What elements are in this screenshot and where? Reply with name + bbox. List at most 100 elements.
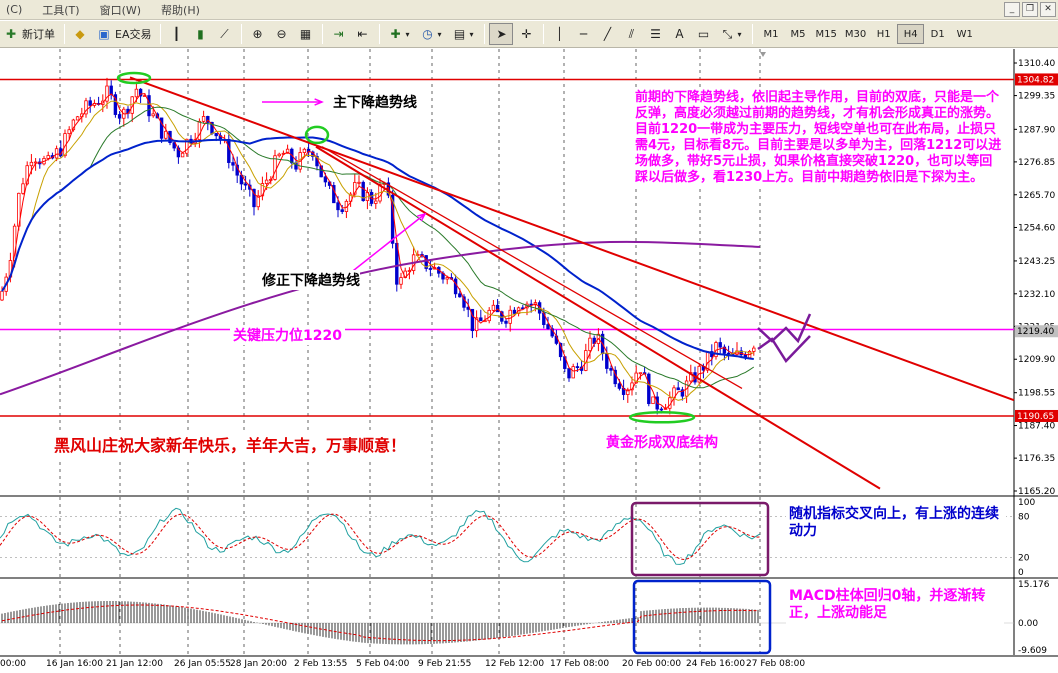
gold-bars-button[interactable]: ◆ (69, 23, 91, 45)
candle-body (508, 309, 512, 324)
price-tick-label: 1287.90 (1018, 125, 1055, 135)
timeframe-m5[interactable]: M5 (784, 24, 811, 44)
candle-body (479, 317, 483, 322)
cursor-icon: ➤ (496, 27, 507, 41)
candle-body (676, 387, 680, 391)
candle-body (609, 368, 613, 371)
candle-body (491, 304, 496, 311)
candle-body (277, 153, 281, 157)
candle-body (453, 278, 458, 295)
cursor-tool-button[interactable]: ➤ (489, 23, 514, 45)
horizontal-line-button[interactable]: ─ (572, 23, 594, 45)
bar-chart-button[interactable]: ┃ (165, 23, 187, 45)
main-trend-label: 主下降趋势线 (333, 92, 417, 112)
price-tick-label: 1198.55 (1018, 389, 1055, 399)
tile-windows-button[interactable]: ▦ (294, 23, 316, 45)
timeframe-m30[interactable]: M30 (841, 24, 870, 44)
menu-tools[interactable]: 工具(T) (36, 2, 93, 18)
candlestick-button[interactable]: ▮ (189, 23, 211, 45)
chevron-down-icon: ▾ (437, 29, 442, 39)
new-order-button[interactable]: ✚ 新订单 (0, 23, 58, 45)
timeframe-m1[interactable]: M1 (757, 24, 784, 44)
time-axis-label: 28 Jan 20:00 (230, 659, 287, 669)
text-tool-button[interactable]: A (668, 23, 690, 45)
candle-body (445, 277, 449, 280)
label-tool-icon: ▭ (697, 27, 710, 41)
timeframe-m15[interactable]: M15 (811, 24, 840, 44)
fibonacci-icon: ☰ (650, 27, 661, 41)
minimize-icon[interactable]: _ (1004, 2, 1020, 17)
candle-body (88, 100, 92, 106)
price-tick-label: 1299.35 (1018, 92, 1055, 102)
fibonacci-button[interactable]: ☰ (644, 23, 666, 45)
restore-icon[interactable]: ❐ (1022, 2, 1038, 17)
trendline-button[interactable]: ╱ (596, 23, 618, 45)
candle-body (428, 268, 433, 270)
timeframe-w1[interactable]: W1 (951, 24, 978, 44)
label-tool-button[interactable]: ▭ (692, 23, 714, 45)
current-price-tag: 1219.40 (1017, 327, 1054, 337)
toolbar-separator (543, 24, 545, 44)
periods-button[interactable]: ◷ ▾ (416, 23, 446, 45)
chevron-down-icon: ▾ (405, 29, 410, 39)
indicators-button[interactable]: ✚ ▾ (384, 23, 414, 45)
candle-body (512, 309, 517, 314)
toolbar-separator (379, 24, 381, 44)
time-axis-label: 20 Feb 00:00 (622, 659, 681, 669)
time-axis-label: 24 Feb 16:00 (686, 659, 745, 669)
candle-body (718, 342, 722, 348)
price-tick-label: 1187.40 (1018, 422, 1055, 432)
candle-body (546, 324, 550, 330)
key-resistance-label: 关键压力位1220 (230, 325, 345, 345)
arrows-button[interactable]: ⤡ ▾ (716, 23, 746, 45)
chart-shift-button[interactable]: ⇤ (351, 23, 373, 45)
price-tick-label: 1243.25 (1018, 257, 1055, 267)
close-icon[interactable]: ✕ (1040, 2, 1056, 17)
ea-label: EA交易 (115, 28, 152, 41)
chevron-down-icon: ▾ (737, 29, 742, 39)
price-tick-label: 1254.60 (1018, 223, 1055, 233)
timeframe-h1[interactable]: H1 (870, 24, 897, 44)
candle-body (575, 366, 580, 368)
timeframe-d1[interactable]: D1 (924, 24, 951, 44)
line-chart-icon: ⟋ (220, 26, 229, 41)
toolbar-separator (241, 24, 243, 44)
new-order-icon: ✚ (5, 27, 17, 41)
menu-stub[interactable]: (C) (0, 3, 36, 16)
crosshair-tool-button[interactable]: ✛ (515, 23, 537, 45)
toolbar: ✚ 新订单 ◆ ▣ EA交易 ┃ ▮ ⟋ ⊕ ⊖ ▦ ⇥ ⇤ ✚ ▾ ◷ ▾ ▤ ▾ … (0, 21, 1058, 48)
time-axis-label: 16 Jan 16:00 (46, 659, 103, 669)
menu-help[interactable]: 帮助(H) (155, 2, 214, 18)
greeting-text: 黑风山庄祝大家新年快乐，羊年大吉，万事顺意！ (50, 430, 411, 458)
candle-body (458, 293, 462, 298)
candle-body (726, 352, 731, 355)
candle-body (647, 373, 651, 405)
toolbar-separator (752, 24, 754, 44)
templates-button[interactable]: ▤ ▾ (448, 23, 478, 45)
timeframe-h4[interactable]: H4 (897, 24, 925, 44)
time-axis-label: 21 Jan 12:00 (106, 659, 163, 669)
candle-body (323, 176, 328, 183)
zoom-out-button[interactable]: ⊖ (270, 23, 292, 45)
candle-body (504, 320, 508, 324)
price-tick-label: 1276.85 (1018, 158, 1055, 168)
time-axis-label: 27 Feb 08:00 (746, 659, 805, 669)
candle-body (659, 408, 664, 411)
line-chart-button[interactable]: ⟋ (213, 23, 235, 45)
bar-chart-icon: ┃ (172, 27, 181, 41)
ea-button[interactable]: ▣ EA交易 (93, 23, 154, 45)
vertical-line-button[interactable]: │ (548, 23, 570, 45)
channel-button[interactable]: ⫽ (620, 23, 642, 45)
stoch-tick-label: 100 (1018, 498, 1035, 508)
chart-window[interactable]: 1310.40 1299.35 1287.90 1276.85 1265.70 1254.… (0, 49, 1058, 673)
autoscroll-button[interactable]: ⇥ (327, 23, 349, 45)
price-tick-label: 1310.40 (1018, 59, 1055, 69)
menu-window[interactable]: 窗口(W) (94, 2, 155, 18)
price-tick-label: 1232.10 (1018, 290, 1055, 300)
candle-body (21, 183, 25, 194)
candle-body (75, 116, 80, 121)
time-axis-label: 26 Jan 05:55 (174, 659, 231, 669)
gold-bars-icon: ◆ (75, 27, 85, 41)
zoom-in-button[interactable]: ⊕ (246, 23, 268, 45)
candle-body (357, 181, 361, 184)
